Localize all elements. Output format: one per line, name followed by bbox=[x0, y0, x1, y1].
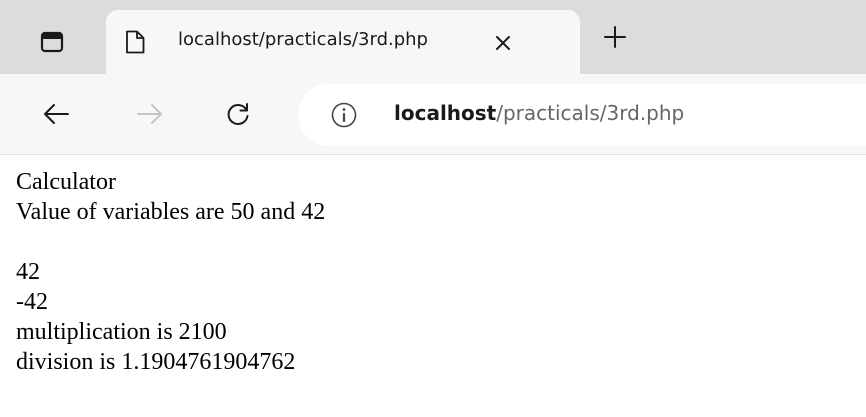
active-tab[interactable]: localhost/practicals/3rd.php bbox=[106, 10, 580, 74]
back-button[interactable] bbox=[36, 94, 76, 134]
close-icon bbox=[496, 36, 510, 50]
page-icon bbox=[126, 30, 145, 54]
url-host: localhost bbox=[394, 101, 497, 125]
page-content: Calculator Value of variables are 50 and… bbox=[16, 167, 846, 377]
forward-button[interactable] bbox=[130, 94, 170, 134]
tab-strip: localhost/practicals/3rd.php bbox=[0, 0, 866, 74]
info-icon[interactable] bbox=[330, 101, 358, 129]
tab-close-button[interactable] bbox=[490, 30, 516, 56]
tab-title: localhost/practicals/3rd.php bbox=[178, 29, 428, 50]
division-result: division is 1.1904761904762 bbox=[16, 349, 296, 375]
url-text[interactable]: localhost/practicals/3rd.php bbox=[394, 101, 684, 125]
address-bar[interactable]: localhost/practicals/3rd.php bbox=[298, 84, 866, 146]
browser-window: localhost/practicals/3rd.php localhost/p… bbox=[0, 0, 866, 417]
subtraction-result: -42 bbox=[16, 289, 48, 315]
addition-result: 42 bbox=[16, 259, 40, 285]
page-heading: Calculator bbox=[16, 169, 116, 195]
plus-icon bbox=[604, 26, 626, 48]
forward-arrow-icon bbox=[137, 104, 162, 124]
reload-button[interactable] bbox=[218, 94, 258, 134]
navigation-toolbar: localhost/practicals/3rd.php bbox=[0, 74, 866, 155]
back-arrow-icon bbox=[44, 104, 69, 124]
variables-line: Value of variables are 50 and 42 bbox=[16, 199, 326, 225]
new-tab-button[interactable] bbox=[600, 22, 630, 52]
multiplication-result: multiplication is 2100 bbox=[16, 319, 227, 345]
reload-icon bbox=[227, 103, 249, 125]
tab-actions-button[interactable] bbox=[20, 16, 84, 68]
tab-actions-icon bbox=[40, 31, 64, 53]
url-path: /practicals/3rd.php bbox=[496, 101, 685, 125]
